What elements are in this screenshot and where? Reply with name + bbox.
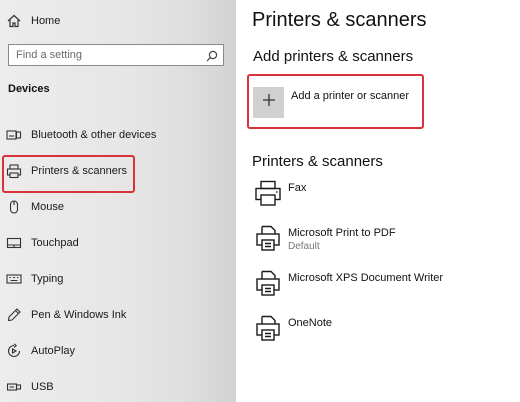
bluetooth-devices-icon xyxy=(6,127,22,143)
printer-icon xyxy=(254,270,282,298)
nav-item-mouse[interactable]: Mouse xyxy=(0,195,130,219)
printer-name: Fax xyxy=(288,182,307,194)
usb-icon xyxy=(6,379,22,395)
nav-item-label: USB xyxy=(31,381,54,393)
nav-item-label: Mouse xyxy=(31,201,65,213)
printers-list-heading: Printers & scanners xyxy=(252,153,383,170)
printers-nav-highlight-box xyxy=(2,155,135,193)
keyboard-icon xyxy=(6,271,22,287)
nav-item-label: AutoPlay xyxy=(31,345,76,357)
nav-item-bluetooth[interactable]: Bluetooth & other devices xyxy=(0,123,200,147)
home-icon xyxy=(6,13,22,29)
printer-list-item-xps-writer[interactable]: Microsoft XPS Document Writer xyxy=(254,270,494,310)
devices-section-heading: Devices xyxy=(8,83,50,95)
printer-icon xyxy=(254,315,282,343)
printer-name: Microsoft XPS Document Writer xyxy=(288,272,444,284)
nav-item-label: Typing xyxy=(31,273,64,285)
pen-icon xyxy=(6,307,22,323)
autoplay-icon xyxy=(6,343,22,359)
printer-icon xyxy=(254,225,282,253)
nav-item-touchpad[interactable]: Touchpad xyxy=(0,231,130,255)
page-title: Printers & scanners xyxy=(252,9,427,31)
printer-list-item-fax[interactable]: Fax xyxy=(254,180,494,220)
add-section-heading: Add printers & scanners xyxy=(253,48,414,65)
nav-item-label: Touchpad xyxy=(31,237,79,249)
nav-item-pen-windows-ink[interactable]: Pen & Windows Ink xyxy=(0,303,160,327)
printer-status: Default xyxy=(288,241,320,252)
fax-printer-icon xyxy=(254,180,282,208)
search-input[interactable] xyxy=(16,47,196,63)
touchpad-icon xyxy=(6,235,22,251)
mouse-icon xyxy=(6,199,22,215)
settings-nav-pane: Home Devices Bluetooth & other devices P… xyxy=(0,0,236,402)
printer-list-item-onenote[interactable]: OneNote xyxy=(254,315,494,355)
nav-item-label: Bluetooth & other devices xyxy=(31,129,157,141)
search-box[interactable] xyxy=(8,44,224,66)
printer-list-item-print-to-pdf[interactable]: Microsoft Print to PDF Default xyxy=(254,225,494,265)
home-nav-item[interactable]: Home xyxy=(0,9,120,33)
nav-item-autoplay[interactable]: AutoPlay xyxy=(0,339,130,363)
home-label: Home xyxy=(31,15,61,27)
printer-name: OneNote xyxy=(288,317,333,329)
add-printer-highlight-box xyxy=(247,74,424,129)
printers-scanners-page: Printers & scanners Add printers & scann… xyxy=(236,0,520,402)
nav-item-usb[interactable]: USB xyxy=(0,375,130,399)
nav-item-label: Pen & Windows Ink xyxy=(31,309,127,321)
search-icon[interactable] xyxy=(206,49,218,62)
printer-name: Microsoft Print to PDF xyxy=(288,227,396,239)
nav-item-typing[interactable]: Typing xyxy=(0,267,130,291)
